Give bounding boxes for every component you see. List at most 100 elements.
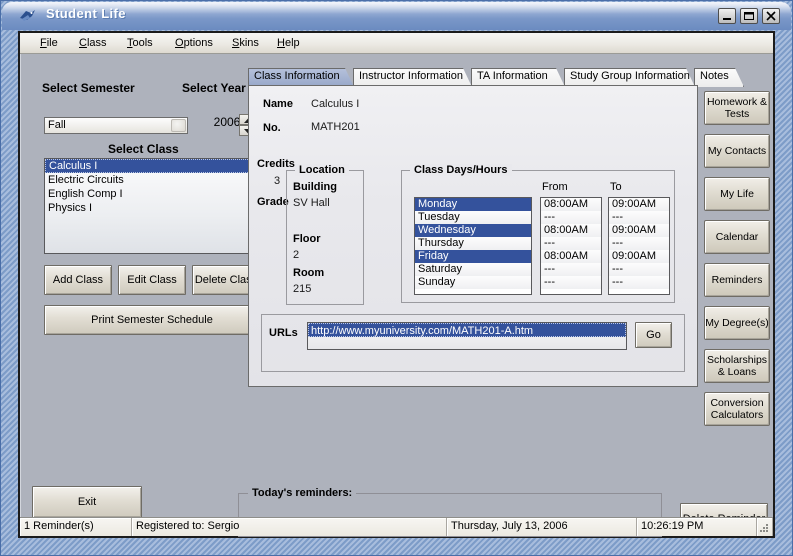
list-item[interactable]: 08:00AM [541,224,601,237]
status-time: 10:26:19 PM [637,518,757,536]
building-value: SV Hall [293,197,330,209]
name-value: Calculus I [311,98,360,110]
location-group-title: Location [295,164,349,176]
chevron-down-icon[interactable] [171,119,186,132]
room-value: 215 [293,283,312,295]
title-bar[interactable]: Student Life [2,2,791,30]
my-contacts-button[interactable]: My Contacts [704,134,770,168]
to-column-header: To [610,181,622,193]
status-date: Thursday, July 13, 2006 [447,518,637,536]
list-item[interactable]: Monday [415,198,531,211]
building-label: Building [293,181,337,193]
semester-value: Fall [48,119,66,131]
list-item[interactable]: English Comp I [45,187,252,201]
list-item[interactable]: --- [541,276,601,289]
side-navigation-buttons: Homework & Tests My Contacts My Life Cal… [704,91,770,441]
select-year-label: Select Year [182,81,246,95]
menu-help[interactable]: Help [271,36,306,50]
urls-listbox[interactable]: http://www.myuniversity.com/MATH201-A.ht… [307,322,627,350]
maximize-button[interactable] [740,8,758,24]
tab-class-information[interactable]: Class Information [248,68,352,86]
list-item[interactable]: --- [609,263,669,276]
my-life-button[interactable]: My Life [704,177,770,211]
list-item[interactable]: 09:00AM [609,250,669,263]
print-semester-schedule-button[interactable]: Print Semester Schedule [44,305,260,335]
list-item[interactable]: Calculus I [45,159,252,173]
tab-ta-information[interactable]: TA Information [471,68,563,86]
list-item[interactable]: 09:00AM [609,224,669,237]
resize-grip-icon[interactable] [757,518,773,536]
tab-label: Class Information [254,70,340,82]
scholarships-and-loans-button[interactable]: Scholarships & Loans [704,349,770,383]
no-label: No. [263,122,281,134]
homework-and-tests-button[interactable]: Homework & Tests [704,91,770,125]
bird-logo-icon [18,7,37,25]
tab-label: Notes [700,70,729,82]
reminders-button[interactable]: Reminders [704,263,770,297]
list-item[interactable]: --- [609,237,669,250]
room-label: Room [293,267,325,279]
my-degrees-button[interactable]: My Degree(s) [704,306,770,340]
status-bar: 1 Reminder(s) Registered to: Sergio Thur… [20,517,773,536]
application-window: Student Life File Class Tools Options Sk… [0,0,793,556]
client-area: File Class Tools Options Skins Help Sele… [18,31,775,538]
tab-instructor-information[interactable]: Instructor Information [353,68,470,86]
todays-reminders-title: Today's reminders: [248,487,357,499]
list-item[interactable]: --- [541,211,601,224]
calendar-button[interactable]: Calendar [704,220,770,254]
tab-notes[interactable]: Notes [694,68,742,86]
credits-value: 3 [274,175,281,187]
tab-label: Study Group Information [570,70,690,82]
window-title: Student Life [46,6,126,21]
list-item[interactable]: 09:00AM [609,198,669,211]
list-item[interactable]: Sunday [415,276,531,289]
list-item[interactable]: --- [541,263,601,276]
list-item[interactable]: 08:00AM [541,250,601,263]
go-button[interactable]: Go [635,322,672,348]
edit-class-button[interactable]: Edit Class [118,265,186,295]
add-class-button[interactable]: Add Class [44,265,112,295]
class-listbox[interactable]: Calculus I Electric Circuits English Com… [44,158,253,254]
list-item[interactable]: Electric Circuits [45,173,252,187]
menu-skins[interactable]: Skins [226,36,265,50]
tab-label: Instructor Information [359,70,463,82]
tab-study-group-information[interactable]: Study Group Information [564,68,693,86]
select-class-label: Select Class [108,142,179,156]
menu-tools[interactable]: Tools [121,36,159,50]
list-item[interactable]: Saturday [415,263,531,276]
menu-file[interactable]: File [34,36,64,50]
menu-options[interactable]: Options [169,36,219,50]
close-button[interactable] [762,8,780,24]
list-item[interactable]: http://www.myuniversity.com/MATH201-A.ht… [308,323,626,337]
days-listbox[interactable]: Monday Tuesday Wednesday Thursday Friday… [414,197,532,295]
minimize-button[interactable] [718,8,736,24]
conversion-calculators-button[interactable]: Conversion Calculators [704,392,770,426]
list-item[interactable]: Physics I [45,201,252,215]
list-item[interactable]: --- [609,211,669,224]
select-semester-label: Select Semester [42,81,135,95]
to-times-listbox[interactable]: 09:00AM --- 09:00AM --- 09:00AM --- --- [608,197,670,295]
status-reminders-count: 1 Reminder(s) [20,518,132,536]
floor-label: Floor [293,233,321,245]
from-times-listbox[interactable]: 08:00AM --- 08:00AM --- 08:00AM --- --- [540,197,602,295]
list-item[interactable]: --- [541,237,601,250]
list-item[interactable]: Tuesday [415,211,531,224]
list-item[interactable]: 08:00AM [541,198,601,211]
no-value: MATH201 [311,121,360,133]
list-item[interactable]: Wednesday [415,224,531,237]
location-group: Location Building SV Hall Floor 2 Room 2… [286,164,364,305]
menu-class[interactable]: Class [73,36,113,50]
class-days-hours-title: Class Days/Hours [410,164,512,176]
list-item[interactable]: Thursday [415,237,531,250]
from-column-header: From [542,181,568,193]
status-registered-to: Registered to: Sergio [132,518,447,536]
urls-label: URLs [269,327,298,339]
list-item[interactable]: --- [609,276,669,289]
name-label: Name [263,98,293,110]
grade-label: Grade [257,196,289,208]
list-item[interactable]: Friday [415,250,531,263]
semester-dropdown[interactable]: Fall [44,117,188,134]
exit-button[interactable]: Exit [32,486,142,518]
tab-label: TA Information [477,70,548,82]
menu-bar: File Class Tools Options Skins Help [20,33,773,54]
